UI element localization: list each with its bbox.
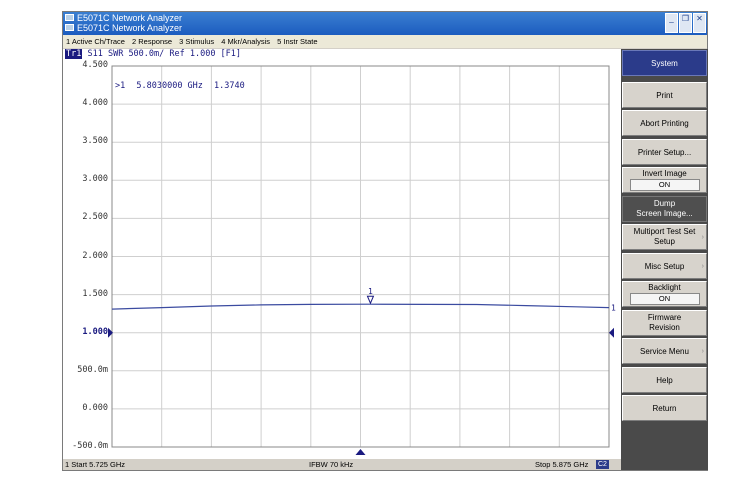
marker-frequency: 5.8030000 GHz [136,81,203,91]
analyzer-window: E5071C Network Analyzer E5071C Network A… [62,11,708,471]
print-button[interactable]: Print [622,82,707,108]
marker-1-tag: 1 [368,287,373,296]
app-icon [65,24,74,31]
menu-response[interactable]: 2 Response [132,37,172,46]
marker-value: 1.3740 [214,81,245,91]
invert-image-toggle[interactable]: Invert Image ON [622,167,707,193]
center-position-marker [355,449,366,455]
marker-label: >1 [115,81,126,91]
channel-badge: C2 [596,460,609,469]
menu-mkr-analysis[interactable]: 4 Mkr/Analysis [221,37,270,46]
backlight-toggle[interactable]: Backlight ON [622,281,707,307]
window-title-secondary: E5071C Network Analyzer [77,23,183,33]
submenu-arrow-icon: › [701,263,704,270]
menu-instr-state[interactable]: 5 Instr State [277,37,317,46]
window-title: E5071C Network Analyzer [77,13,183,23]
submenu-arrow-icon: › [701,234,704,241]
dump-screen-image-button[interactable]: Dump Screen Image... [622,196,707,222]
start-frequency: 1 Start 5.725 GHz [65,460,126,469]
firmware-revision-button[interactable]: Firmware Revision [622,310,707,336]
backlight-value: ON [629,293,700,305]
stop-frequency: Stop 5.875 GHz [535,460,589,469]
app-icon [65,14,74,21]
trace-end-label: 1 [611,304,616,313]
trace-display: Tr1 S11 SWR 500.0m/ Ref 1.000 [F1] 4.500… [63,49,621,459]
return-button[interactable]: Return [622,395,707,421]
marker-1-triangle [366,295,375,305]
restore-button[interactable]: ❐ [679,13,692,33]
abort-printing-button[interactable]: Abort Printing [622,110,707,136]
ref-level-arrow-right [609,327,614,338]
softkey-panel: System Print Abort Printing Printer Setu… [621,49,708,470]
printer-setup-button[interactable]: Printer Setup... [622,139,707,165]
service-menu-button[interactable]: Service Menu › [622,338,707,364]
invert-image-value: ON [629,179,700,191]
multiport-test-set-button[interactable]: Multiport Test Set Setup › [622,224,707,250]
help-button[interactable]: Help [622,367,707,393]
softkey-title: System [622,50,707,76]
if-bandwidth: IFBW 70 kHz [309,460,354,469]
marker-readout: >1 5.8030000 GHz 1.3740 [115,81,251,91]
misc-setup-button[interactable]: Misc Setup › [622,253,707,279]
minimize-button[interactable]: _ [665,13,678,33]
status-bar: 1 Start 5.725 GHz IFBW 70 kHz Stop 5.875… [63,459,621,470]
menu-bar: 1 Active Ch/Trace 2 Response 3 Stimulus … [63,35,707,48]
plot-area: 11 [108,65,616,455]
close-button[interactable]: ✕ [693,13,706,33]
submenu-arrow-icon: › [701,348,704,355]
menu-stimulus[interactable]: 3 Stimulus [179,37,214,46]
title-bar: E5071C Network Analyzer E5071C Network A… [63,12,707,35]
menu-active-ch-trace[interactable]: 1 Active Ch/Trace [66,37,125,46]
